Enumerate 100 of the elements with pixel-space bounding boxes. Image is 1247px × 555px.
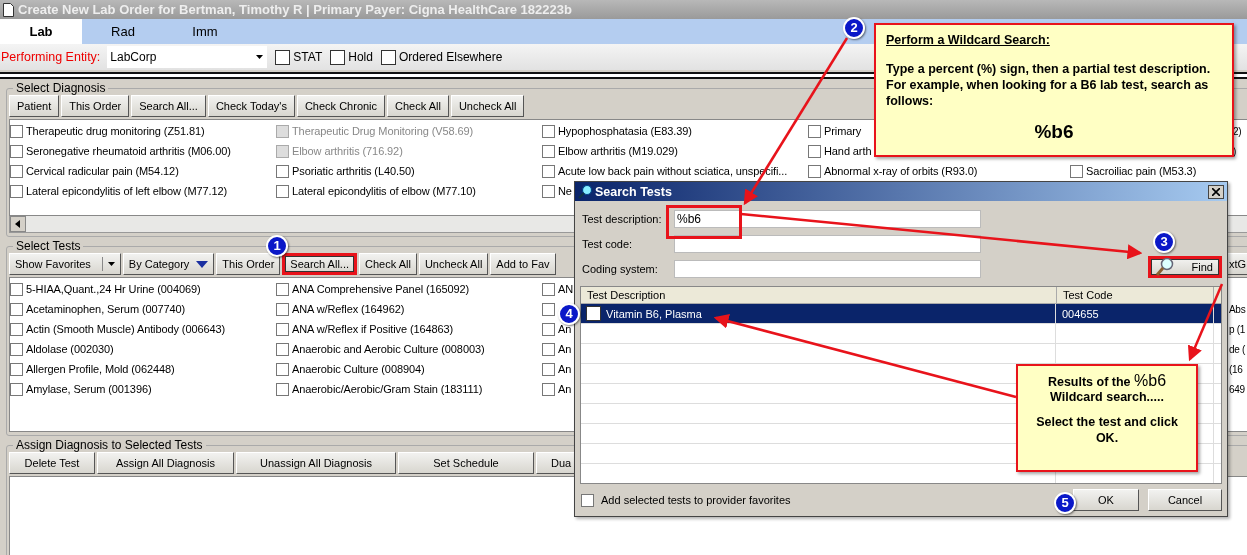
checkbox-label: STAT (293, 50, 323, 64)
dialog-button[interactable]: Cancel (1148, 489, 1222, 511)
toolbar-button[interactable]: Check All (387, 95, 449, 117)
checkbox[interactable] (276, 282, 289, 296)
checkbox-label: Add selected tests to provider favorites (601, 494, 791, 506)
table-cell: Vitamin B6, Plasma (606, 307, 702, 320)
toolbar-button[interactable]: Search All... (131, 95, 206, 117)
checkbox[interactable] (542, 302, 555, 316)
checkbox[interactable] (10, 342, 23, 356)
checkbox[interactable] (581, 493, 594, 507)
checkbox[interactable] (10, 144, 23, 158)
checkbox[interactable] (808, 144, 821, 158)
checkbox[interactable] (10, 322, 23, 336)
checkbox[interactable] (542, 362, 555, 376)
diagnosis-label: Sacroiliac pain (M53.3) (1086, 165, 1197, 177)
checkbox[interactable] (1070, 164, 1083, 178)
callout-example: %b6 (1033, 121, 1075, 143)
toolbar-button[interactable]: Set Schedule (398, 452, 534, 474)
split-button[interactable]: Show Favorites (9, 253, 121, 275)
diagnosis-label: Seronegative rheumatoid arthritis (M06.00) (26, 145, 231, 157)
toolbar-button[interactable]: Check Chronic (296, 95, 386, 117)
test-label: ANA w/Reflex if Positive (164863) (292, 323, 454, 335)
checkbox[interactable] (276, 164, 289, 178)
caret-icon (196, 260, 209, 268)
checkbox[interactable] (10, 302, 23, 316)
test-label: Abs (1228, 303, 1247, 315)
tab[interactable]: Imm (164, 19, 246, 44)
test-label: Anaerobic Culture (008904) (292, 363, 425, 375)
checkbox[interactable] (808, 124, 821, 138)
checkbox[interactable] (808, 164, 821, 178)
entity-label: Performing Entity: (1, 50, 101, 64)
test-label: An (558, 363, 572, 375)
column-header[interactable]: Test Code (1057, 287, 1214, 303)
checkbox[interactable] (10, 184, 23, 198)
input-field[interactable]: %b6 (674, 210, 981, 228)
checkbox[interactable] (542, 382, 555, 396)
column-header[interactable]: Test Description (581, 287, 1057, 303)
toolbar-button[interactable]: Add to Fav (490, 253, 556, 275)
test-label: An (558, 343, 572, 355)
checkbox[interactable] (542, 282, 555, 296)
checkbox[interactable] (542, 184, 555, 198)
toolbar-button[interactable]: Search All... (282, 253, 357, 275)
input-field[interactable] (674, 260, 981, 278)
toolbar-button[interactable]: Assign All Diagnosis (97, 452, 234, 474)
test-label: Actin (Smooth Muscle) Antibody (006643) (26, 323, 226, 335)
dialog-button[interactable]: OK (1073, 489, 1139, 511)
input-field[interactable] (674, 235, 981, 253)
checkbox[interactable] (542, 124, 555, 138)
test-label: (16 (1228, 363, 1244, 375)
test-label: An (558, 323, 572, 335)
checkbox[interactable] (380, 49, 396, 65)
checkbox[interactable] (10, 382, 23, 396)
group-title: Select Diagnosis (15, 81, 107, 95)
checkbox[interactable] (586, 306, 601, 321)
toolbar-button[interactable]: Check Today's (207, 95, 295, 117)
toolbar-button[interactable]: Patient (9, 95, 60, 117)
checkbox[interactable] (10, 282, 23, 296)
result-row[interactable]: Vitamin B6, Plasma 004655 (581, 304, 1221, 324)
entity-dropdown[interactable]: LabCorp (107, 46, 268, 68)
checkbox[interactable] (276, 382, 289, 396)
dropdown-button[interactable]: By Category (122, 253, 215, 275)
document-icon (3, 2, 14, 17)
checkbox[interactable] (542, 164, 555, 178)
toolbar-button[interactable]: Unassign All Diagnosis (236, 452, 396, 474)
group-title: Select Tests (15, 239, 82, 253)
group-title: Assign Diagnosis to Selected Tests (15, 438, 204, 452)
test-label: de ( (1228, 343, 1247, 355)
checkbox[interactable] (330, 49, 346, 65)
checkbox[interactable] (542, 144, 555, 158)
checkbox[interactable] (276, 302, 289, 316)
close-icon (1212, 187, 1220, 196)
checkbox[interactable] (276, 342, 289, 356)
toolbar-button[interactable]: Uncheck All (450, 95, 525, 117)
tab[interactable]: Lab (0, 19, 82, 44)
toolbar-button[interactable]: This Order (216, 253, 281, 275)
toolbar-button[interactable]: Uncheck All (418, 253, 489, 275)
diagnosis-label: Lateral epicondylitis of left elbow (M77.12) (26, 185, 228, 197)
checkbox[interactable] (276, 184, 289, 198)
checkbox[interactable] (276, 322, 289, 336)
checkbox[interactable] (542, 342, 555, 356)
tab[interactable]: Rad (82, 19, 164, 44)
diagnosis-label: Psoriatic arthritis (L40.50) (292, 165, 415, 177)
checkbox[interactable] (276, 362, 289, 376)
toolbar-button[interactable]: Check All (359, 253, 417, 275)
checkbox-label: Hold (348, 50, 373, 64)
checkbox[interactable] (10, 164, 23, 178)
diagnosis-label: Therapeutic drug monitoring (Z51.81) (26, 125, 205, 137)
checkbox[interactable] (10, 124, 23, 138)
checkbox[interactable] (542, 322, 555, 336)
checkbox[interactable] (275, 49, 291, 65)
window-title: Create New Lab Order for Bertman, Timothy R | Primary Payer: Cigna HealthCare 182223b (18, 2, 572, 17)
diagnosis-label: Hand arth (824, 145, 872, 157)
find-button[interactable]: Find (1148, 256, 1222, 278)
step-badge: 1 (266, 235, 288, 257)
diagnosis-label: Therapeutic Drug Monitoring (V58.69) (292, 125, 474, 137)
close-button[interactable] (1208, 184, 1224, 199)
search-icon (1155, 257, 1175, 277)
toolbar-button[interactable]: This Order (61, 95, 130, 117)
toolbar-button[interactable]: Delete Test (9, 452, 95, 474)
checkbox[interactable] (10, 362, 23, 376)
